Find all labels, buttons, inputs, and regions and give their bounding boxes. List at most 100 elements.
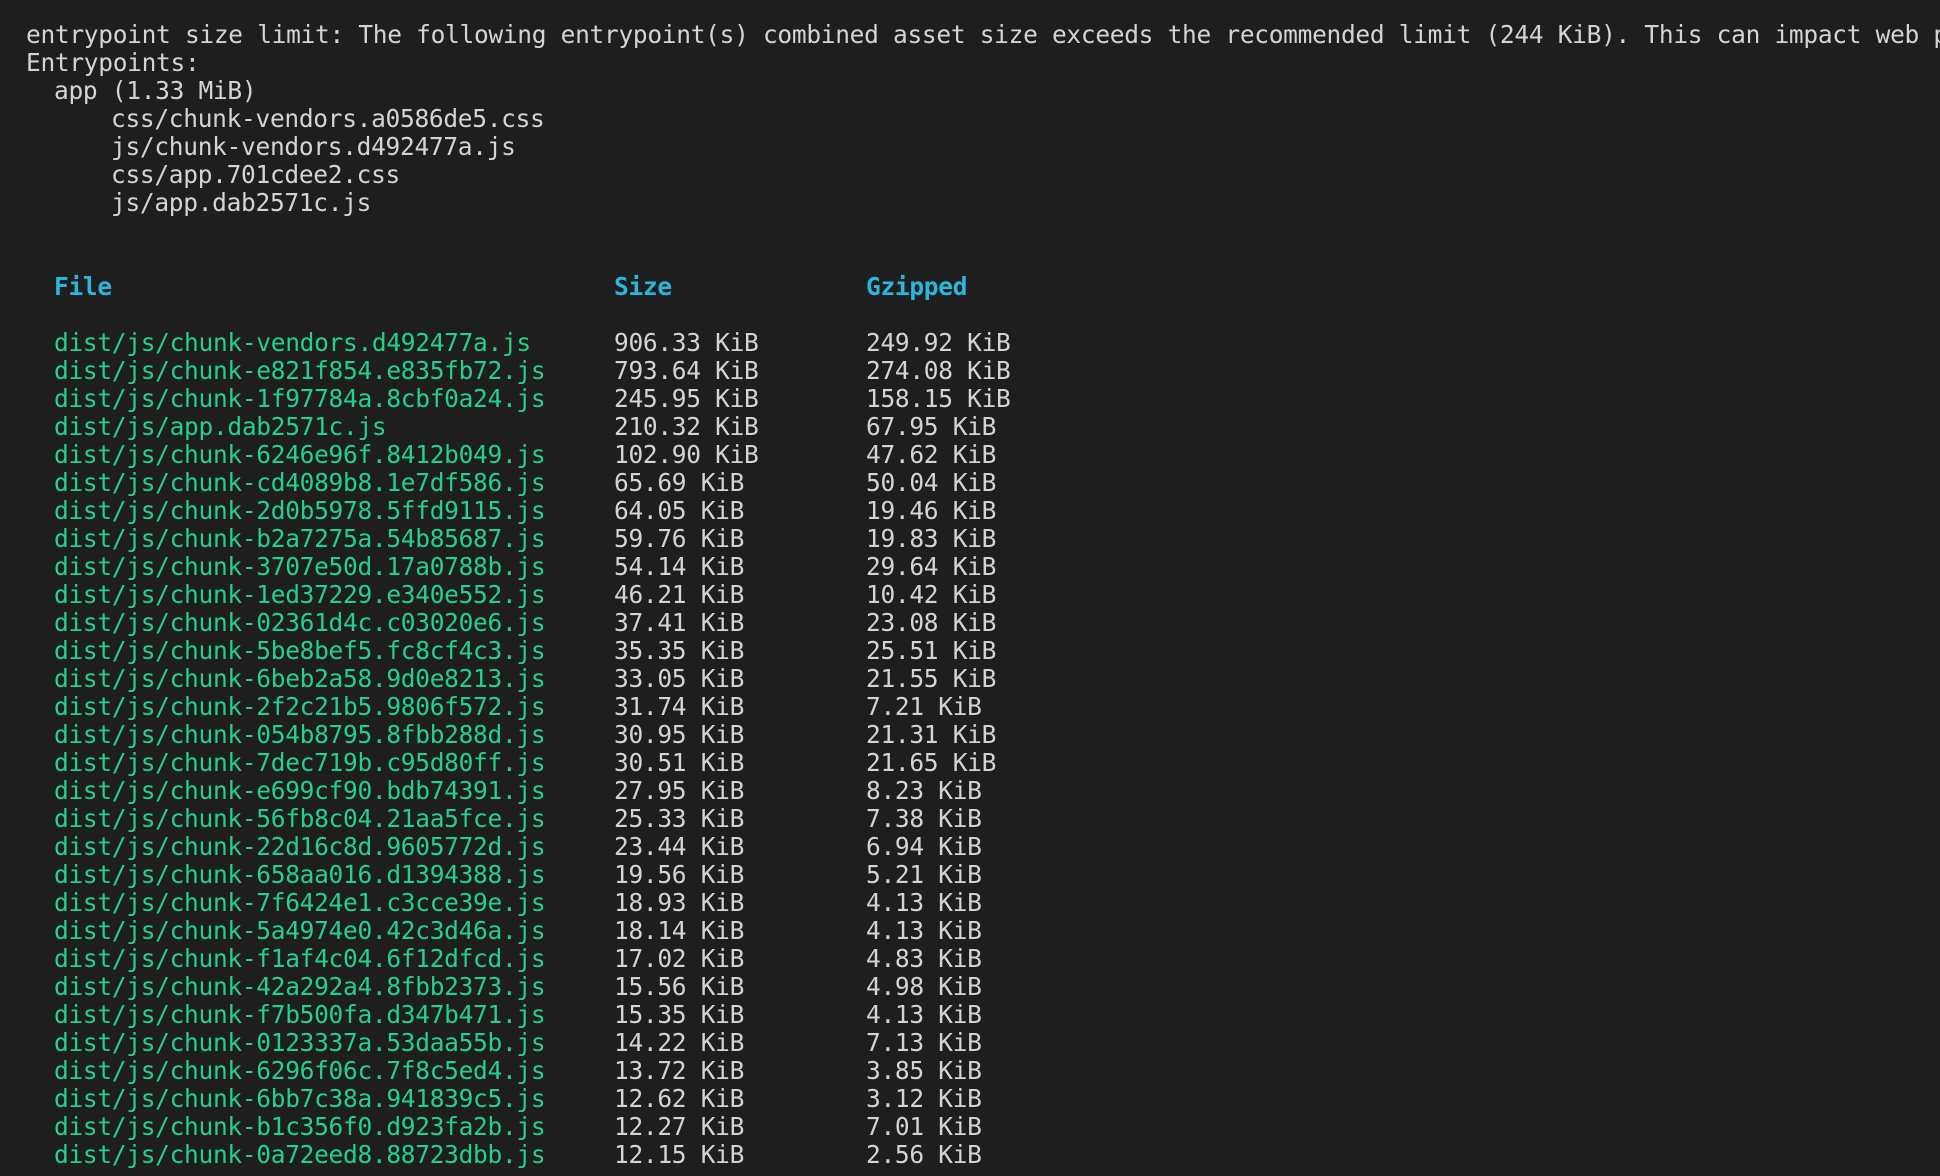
asset-file-name: dist/js/chunk-2d0b5978.5ffd9115.js (54, 496, 546, 525)
asset-file-name: dist/js/chunk-f1af4c04.6f12dfcd.js (54, 944, 546, 973)
asset-gzipped-size: 21.31 KiB (866, 720, 997, 749)
asset-file-name: dist/js/chunk-42a292a4.8fbb2373.js (54, 972, 546, 1001)
table-row: dist/js/chunk-5be8bef5.fc8cf4c3.js 35.35 … (0, 637, 1940, 665)
table-row: dist/js/chunk-e821f854.e835fb72.js 793.64… (0, 357, 1940, 385)
asset-gzipped-size: 7.01 KiB (866, 1112, 982, 1141)
table-row: dist/js/chunk-2d0b5978.5ffd9115.js 64.05 … (0, 497, 1940, 525)
entry-file: css/app.701cdee2.css (111, 160, 401, 189)
table-row: dist/js/chunk-f1af4c04.6f12dfcd.js 17.02 … (0, 945, 1940, 973)
asset-gzipped-size: 29.64 KiB (866, 552, 997, 581)
entrypoint-app: app (1.33 MiB) (54, 76, 257, 105)
asset-file-name: dist/js/chunk-5a4974e0.42c3d46a.js (54, 916, 546, 945)
asset-gzipped-size: 10.42 KiB (866, 580, 997, 609)
table-row: dist/js/chunk-6246e96f.8412b049.js 102.90… (0, 441, 1940, 469)
asset-file-name: dist/js/chunk-02361d4c.c03020e6.js (54, 608, 546, 637)
asset-file-name: dist/js/chunk-6296f06c.7f8c5ed4.js (54, 1056, 546, 1085)
asset-size: 18.14 KiB (614, 916, 745, 945)
entry-file: js/chunk-vendors.d492477a.js (111, 132, 516, 161)
asset-gzipped-size: 7.38 KiB (866, 804, 982, 833)
asset-file-name: dist/js/chunk-1f97784a.8cbf0a24.js (54, 384, 546, 413)
asset-file-name: dist/js/chunk-2f2c21b5.9806f572.js (54, 692, 546, 721)
asset-file-name: dist/js/chunk-7dec719b.c95d80ff.js (54, 748, 546, 777)
asset-gzipped-size: 47.62 KiB (866, 440, 997, 469)
asset-gzipped-size: 5.21 KiB (866, 860, 982, 889)
asset-file-name: dist/js/chunk-22d16c8d.9605772d.js (54, 832, 546, 861)
asset-size: 30.95 KiB (614, 720, 745, 749)
table-row: dist/js/chunk-658aa016.d1394388.js 19.56 … (0, 861, 1940, 889)
header-file: File (54, 272, 112, 301)
asset-gzipped-size: 67.95 KiB (866, 412, 997, 441)
asset-size: 27.95 KiB (614, 776, 745, 805)
table-row: dist/js/chunk-f7b500fa.d347b471.js 15.35 … (0, 1001, 1940, 1029)
asset-size: 102.90 KiB (614, 440, 759, 469)
asset-gzipped-size: 19.83 KiB (866, 524, 997, 553)
table-row: dist/js/chunk-0123337a.53daa55b.js 14.22 … (0, 1029, 1940, 1057)
asset-size: 12.27 KiB (614, 1112, 745, 1141)
asset-size: 906.33 KiB (614, 328, 759, 357)
asset-file-name: dist/js/chunk-vendors.d492477a.js (54, 328, 531, 357)
asset-gzipped-size: 50.04 KiB (866, 468, 997, 497)
table-row: dist/js/chunk-6beb2a58.9d0e8213.js 33.05 … (0, 665, 1940, 693)
asset-file-name: dist/js/chunk-6bb7c38a.941839c5.js (54, 1084, 546, 1113)
size-warning-message: entrypoint size limit: The following ent… (26, 20, 1940, 49)
asset-file-name: dist/js/chunk-6beb2a58.9d0e8213.js (54, 664, 546, 693)
asset-size: 19.56 KiB (614, 860, 745, 889)
table-row: dist/js/chunk-1f97784a.8cbf0a24.js 245.95… (0, 385, 1940, 413)
asset-file-name: dist/js/chunk-e821f854.e835fb72.js (54, 356, 546, 385)
asset-file-name: dist/js/chunk-658aa016.d1394388.js (54, 860, 546, 889)
header-gzipped: Gzipped (866, 272, 968, 301)
asset-size: 59.76 KiB (614, 524, 745, 553)
asset-gzipped-size: 4.98 KiB (866, 972, 982, 1001)
table-row: dist/js/chunk-0a72eed8.88723dbb.js 12.15 … (0, 1141, 1940, 1169)
asset-size: 14.22 KiB (614, 1028, 745, 1057)
asset-gzipped-size: 7.13 KiB (866, 1028, 982, 1057)
asset-size: 793.64 KiB (614, 356, 759, 385)
asset-file-name: dist/js/chunk-5be8bef5.fc8cf4c3.js (54, 636, 546, 665)
asset-file-name: dist/js/chunk-0a72eed8.88723dbb.js (54, 1140, 546, 1169)
asset-size: 13.72 KiB (614, 1056, 745, 1085)
asset-gzipped-size: 7.21 KiB (866, 692, 982, 721)
asset-gzipped-size: 4.13 KiB (866, 888, 982, 917)
table-row: dist/js/chunk-b1c356f0.d923fa2b.js 12.27 … (0, 1113, 1940, 1141)
table-row: dist/js/chunk-054b8795.8fbb288d.js 30.95 … (0, 721, 1940, 749)
asset-size: 18.93 KiB (614, 888, 745, 917)
asset-gzipped-size: 158.15 KiB (866, 384, 1011, 413)
asset-gzipped-size: 19.46 KiB (866, 496, 997, 525)
asset-size: 46.21 KiB (614, 580, 745, 609)
asset-gzipped-size: 249.92 KiB (866, 328, 1011, 357)
asset-gzipped-size: 274.08 KiB (866, 356, 1011, 385)
asset-gzipped-size: 3.12 KiB (866, 1084, 982, 1113)
asset-file-name: dist/js/chunk-b1c356f0.d923fa2b.js (54, 1112, 546, 1141)
table-row: dist/js/chunk-02361d4c.c03020e6.js 37.41 … (0, 609, 1940, 637)
asset-gzipped-size: 4.13 KiB (866, 1000, 982, 1029)
asset-gzipped-size: 21.55 KiB (866, 664, 997, 693)
asset-size: 33.05 KiB (614, 664, 745, 693)
asset-size: 30.51 KiB (614, 748, 745, 777)
table-row: dist/js/chunk-vendors.d492477a.js 906.33 … (0, 329, 1940, 357)
asset-file-name: dist/js/chunk-7f6424e1.c3cce39e.js (54, 888, 546, 917)
asset-file-name: dist/js/chunk-56fb8c04.21aa5fce.js (54, 804, 546, 833)
asset-gzipped-size: 4.13 KiB (866, 916, 982, 945)
entry-file: js/app.dab2571c.js (111, 188, 372, 217)
table-row: dist/js/chunk-22d16c8d.9605772d.js 23.44 … (0, 833, 1940, 861)
asset-size: 31.74 KiB (614, 692, 745, 721)
asset-size: 54.14 KiB (614, 552, 745, 581)
entry-file: css/chunk-vendors.a0586de5.css (111, 104, 545, 133)
table-row: dist/js/chunk-56fb8c04.21aa5fce.js 25.33 … (0, 805, 1940, 833)
table-row: dist/js/chunk-b2a7275a.54b85687.js 59.76 … (0, 525, 1940, 553)
asset-file-name: dist/js/chunk-054b8795.8fbb288d.js (54, 720, 546, 749)
entrypoints-label: Entrypoints: (26, 48, 200, 77)
asset-size: 64.05 KiB (614, 496, 745, 525)
asset-size: 37.41 KiB (614, 608, 745, 637)
asset-file-name: dist/js/chunk-f7b500fa.d347b471.js (54, 1000, 546, 1029)
asset-file-name: dist/js/chunk-0123337a.53daa55b.js (54, 1028, 546, 1057)
asset-file-name: dist/js/chunk-6246e96f.8412b049.js (54, 440, 546, 469)
table-row: dist/js/chunk-e699cf90.bdb74391.js 27.95 … (0, 777, 1940, 805)
table-row: dist/js/chunk-6296f06c.7f8c5ed4.js 13.72 … (0, 1057, 1940, 1085)
asset-gzipped-size: 23.08 KiB (866, 608, 997, 637)
table-row: dist/js/chunk-7f6424e1.c3cce39e.js 18.93 … (0, 889, 1940, 917)
asset-gzipped-size: 8.23 KiB (866, 776, 982, 805)
asset-size: 245.95 KiB (614, 384, 759, 413)
header-size: Size (614, 272, 672, 301)
asset-file-name: dist/js/chunk-b2a7275a.54b85687.js (54, 524, 546, 553)
